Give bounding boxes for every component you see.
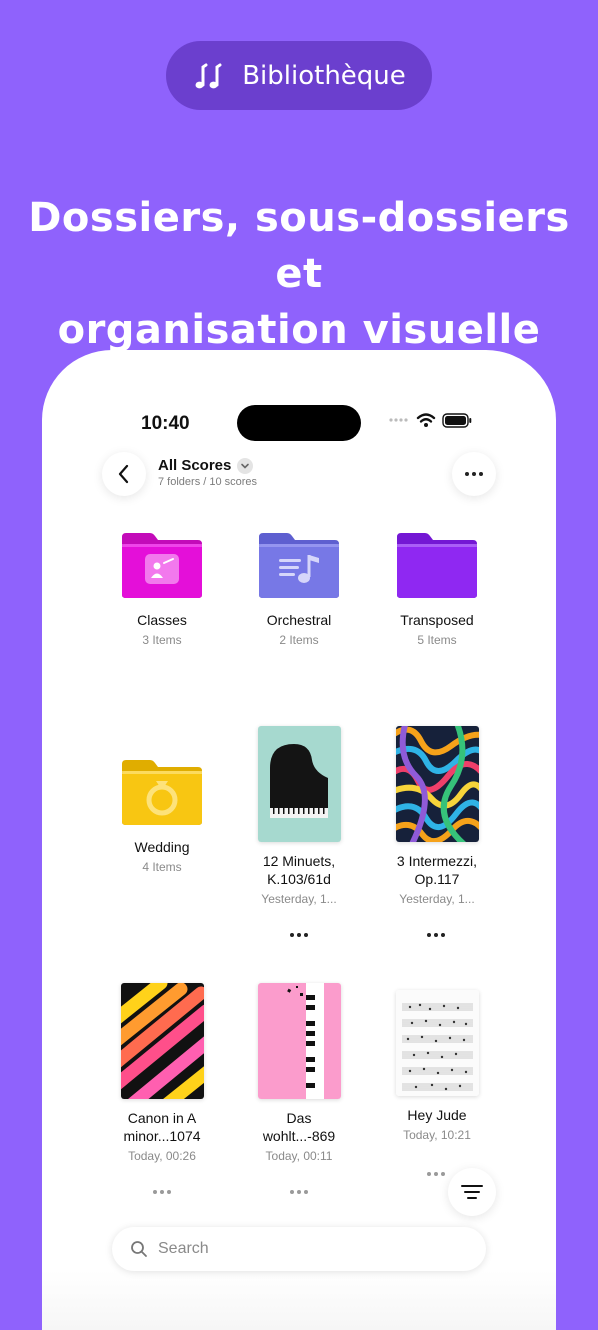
folder-name: Transposed [400, 612, 474, 628]
score-modified-date: Today, 10:21 [403, 1128, 471, 1142]
phone-screen: 10:40 All Scores 7 folders / 10 scores C… [42, 350, 556, 1330]
score-modified-date: Yesterday, 1... [399, 892, 475, 906]
score-title-line-1: 3 Intermezzi, [396, 853, 478, 869]
search-icon [131, 1241, 147, 1257]
bottom-fade [42, 1270, 556, 1330]
score-title-line-1: Canon in A [127, 1110, 197, 1126]
score-title-line-2: Op.117 [414, 871, 460, 887]
search-input[interactable]: Search [158, 1240, 209, 1258]
score-cover-pink-piano-keys [257, 983, 341, 1099]
folder-item-count: 4 Items [142, 860, 182, 874]
folder-orchestral-icon [259, 533, 339, 598]
folder-item-count: 3 Items [142, 633, 182, 647]
score-title-line-2: K.103/61d [267, 871, 331, 887]
folder-item[interactable]: Orchestral 2 Items [234, 531, 364, 647]
score-item[interactable]: Hey Jude Today, 10:21 [372, 990, 502, 1142]
page-title: All Scores [158, 457, 232, 474]
score-title-line-1: Das [286, 1110, 312, 1126]
folder-count-subtitle: 7 folders / 10 scores [158, 476, 258, 488]
signal-icon [389, 418, 408, 422]
score-item[interactable]: 12 Minuets, K.103/61d Yesterday, 1... [234, 726, 364, 906]
score-modified-date: Today, 00:11 [265, 1149, 333, 1163]
score-item[interactable]: Canon in A minor...1074 Today, 00:26 [97, 983, 227, 1163]
chevron-left-icon [118, 464, 129, 484]
score-cover-colorful-squiggles [395, 726, 479, 842]
score-modified-date: Yesterday, 1... [261, 892, 337, 906]
score-modified-date: Today, 00:26 [128, 1149, 196, 1163]
score-more-button[interactable] [279, 925, 319, 945]
folder-title-block[interactable]: All Scores 7 folders / 10 scores [158, 457, 257, 488]
music-notes-icon [195, 63, 222, 88]
score-title-line-2: minor...1074 [123, 1128, 201, 1144]
badge-label: Bibliothèque [242, 60, 406, 91]
status-time: 10:40 [141, 413, 190, 434]
folder-item[interactable]: Transposed 5 Items [372, 531, 502, 647]
score-cover-sheet-music [395, 990, 479, 1096]
folder-name: Orchestral [266, 612, 332, 628]
dynamic-island [237, 405, 361, 441]
library-badge: Bibliothèque [166, 41, 432, 110]
folder-name: Classes [137, 612, 187, 628]
score-cover-grand-piano [257, 726, 341, 842]
score-title-line-2: wohlt...-869 [262, 1128, 336, 1144]
folder-wedding-icon [122, 760, 202, 825]
search-bar[interactable]: Search [112, 1227, 486, 1271]
chevron-down-icon[interactable] [237, 457, 254, 474]
headline-line-1: Dossiers, sous-dossiers et [28, 195, 570, 297]
ellipsis-icon [454, 464, 494, 484]
status-icons [388, 412, 472, 428]
score-title: Hey Jude [407, 1107, 467, 1123]
folder-item-count: 2 Items [279, 633, 319, 647]
sort-button[interactable] [448, 1168, 496, 1216]
score-more-button[interactable] [279, 1182, 319, 1202]
battery-icon [442, 412, 472, 428]
folder-item-count: 5 Items [417, 633, 457, 647]
back-button[interactable] [102, 452, 146, 496]
folder-transposed-icon [397, 533, 477, 598]
folder-item[interactable]: Classes 3 Items [97, 531, 227, 647]
folder-name: Wedding [134, 839, 190, 855]
score-item[interactable]: Das wohlt...-869 Today, 00:11 [234, 983, 364, 1163]
score-title-line-1: 12 Minuets, [262, 853, 336, 869]
score-more-button[interactable] [142, 1182, 182, 1202]
wifi-icon [416, 413, 436, 427]
score-item[interactable]: 3 Intermezzi, Op.117 Yesterday, 1... [372, 726, 502, 906]
score-cover-gradient-stripes [120, 983, 204, 1099]
score-more-button[interactable] [416, 925, 456, 945]
folder-item[interactable]: Wedding 4 Items [97, 758, 227, 874]
more-options-button[interactable] [452, 452, 496, 496]
sort-lines-icon [461, 1185, 483, 1199]
folder-classes-icon [122, 533, 202, 598]
promo-headline: Dossiers, sous-dossiers et organisation … [0, 190, 598, 358]
